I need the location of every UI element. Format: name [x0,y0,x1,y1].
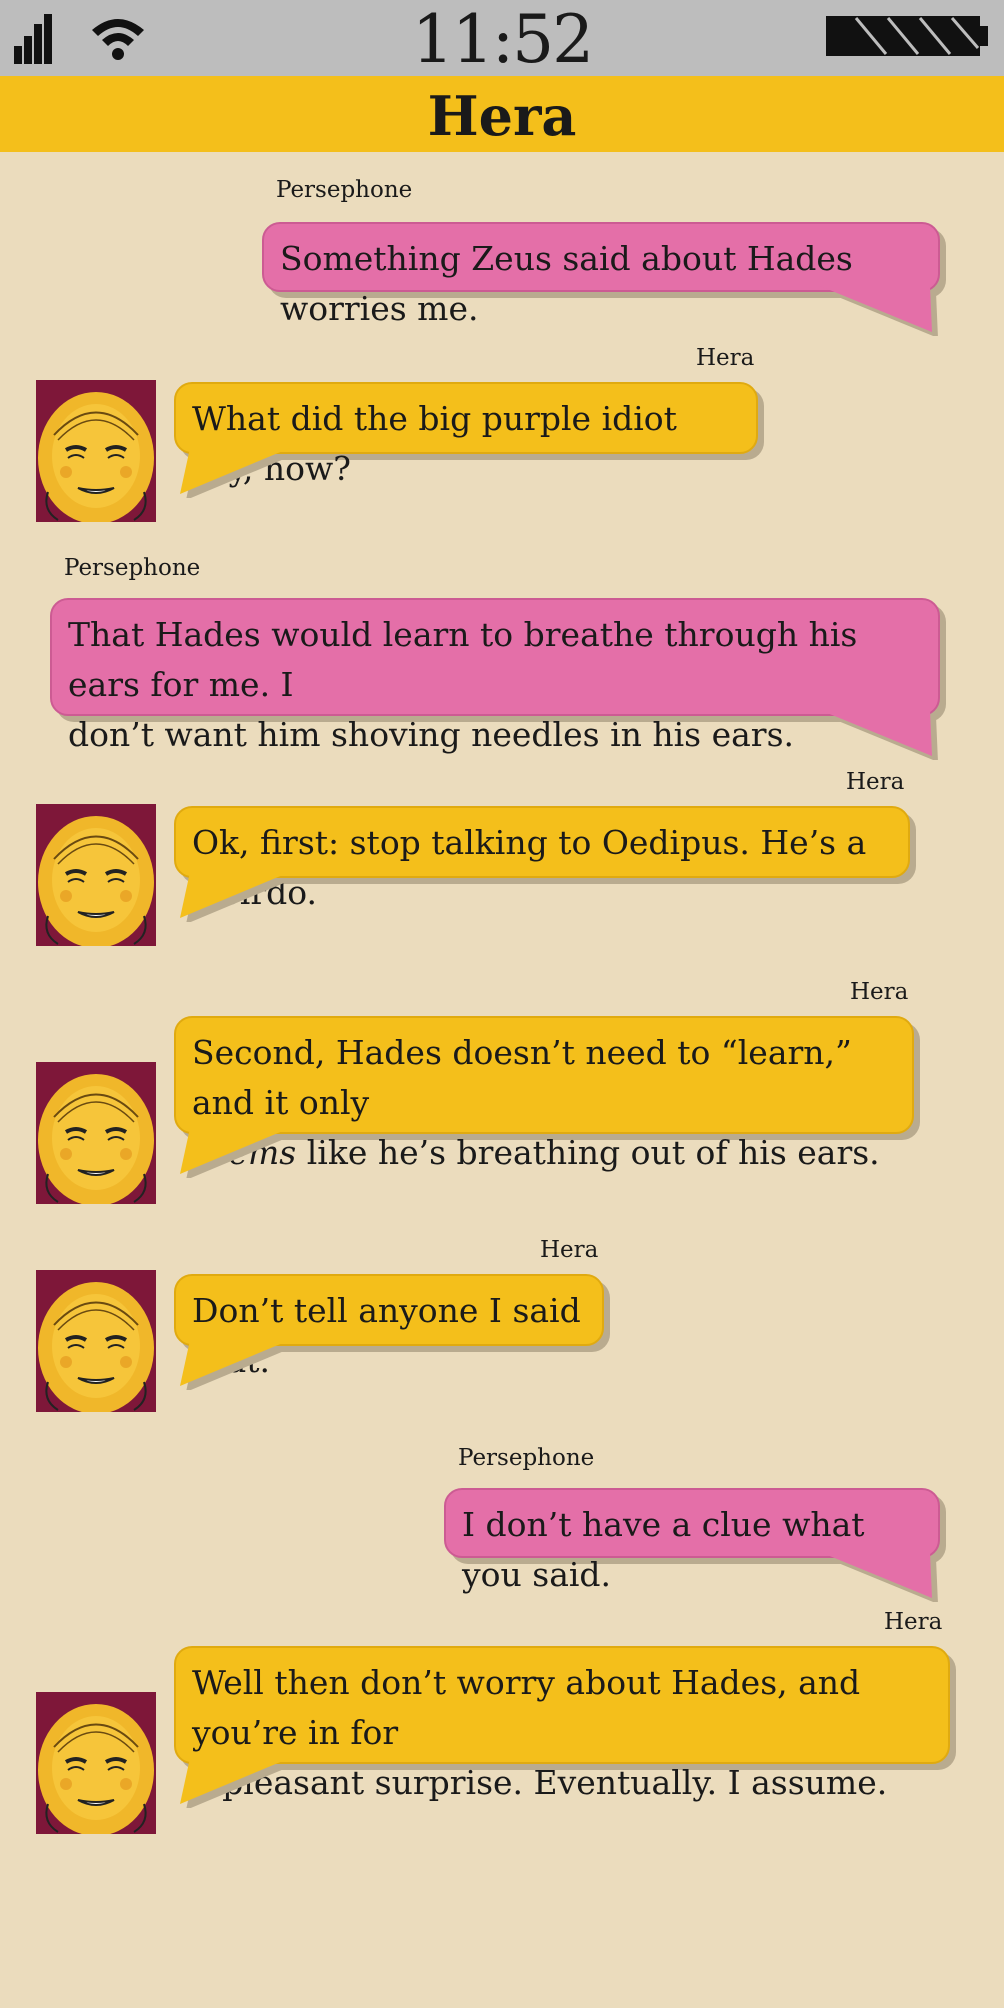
message-text-line-2: a pleasant surprise. Eventually. I assum… [192,1763,888,1802]
chat-title: Hera [427,84,577,148]
message-bubble-hera[interactable]: Well then don’t worry about Hades, and y… [174,1646,950,1802]
bubble-tail [180,448,296,498]
bubble-tail [820,710,938,760]
sender-name: Hera [884,1609,943,1635]
message-text-line-1: That Hades would learn to breathe throug… [68,615,858,704]
hera-avatar[interactable] [36,380,156,522]
bubble-tail [180,1128,296,1178]
hera-avatar[interactable] [36,1692,156,1834]
sender-name: Hera [696,345,755,371]
message-bubble-persephone[interactable]: Something Zeus said about Hades worries … [262,222,940,328]
message-bubble-hera[interactable]: Ok, first: stop talking to Oedipus. He’s… [174,806,910,912]
bubble-tail [180,1758,296,1808]
hera-avatar[interactable] [36,1062,156,1204]
message-bubble-persephone[interactable]: That Hades would learn to breathe throug… [50,598,940,754]
hera-avatar[interactable] [36,804,156,946]
sender-name: Persephone [64,555,201,581]
message-bubble-hera[interactable]: What did the big purple idiot say, now? [174,382,758,488]
message-text-rest: like he’s breathing out of his ears. [296,1133,880,1172]
bubble-tail [180,872,296,922]
message-bubble-hera[interactable]: Second, Hades doesn’t need to “learn,” a… [174,1016,914,1172]
bubble-tail [820,286,938,336]
message-bubble-persephone[interactable]: I don’t have a clue what you said. [444,1488,940,1594]
message-text-line-1: Second, Hades doesn’t need to “learn,” a… [192,1033,852,1122]
sender-name: Persephone [458,1445,595,1471]
sender-name: Hera [540,1237,599,1263]
hera-avatar[interactable] [36,1270,156,1412]
message-text-line-1: Well then don’t worry about Hades, and y… [192,1663,861,1752]
status-bar: 11:52 [0,0,1004,78]
sender-name: Hera [850,979,909,1005]
bubble-tail [180,1340,296,1390]
sender-name: Hera [846,769,905,795]
chat-header: Hera [0,76,1004,152]
bubble-tail [820,1552,938,1602]
message-bubble-hera[interactable]: Don’t tell anyone I said that. [174,1274,604,1380]
battery-icon [826,16,988,56]
sender-name: Persephone [276,177,413,203]
message-text-line-2: don’t want him shoving needles in his ea… [68,715,794,754]
